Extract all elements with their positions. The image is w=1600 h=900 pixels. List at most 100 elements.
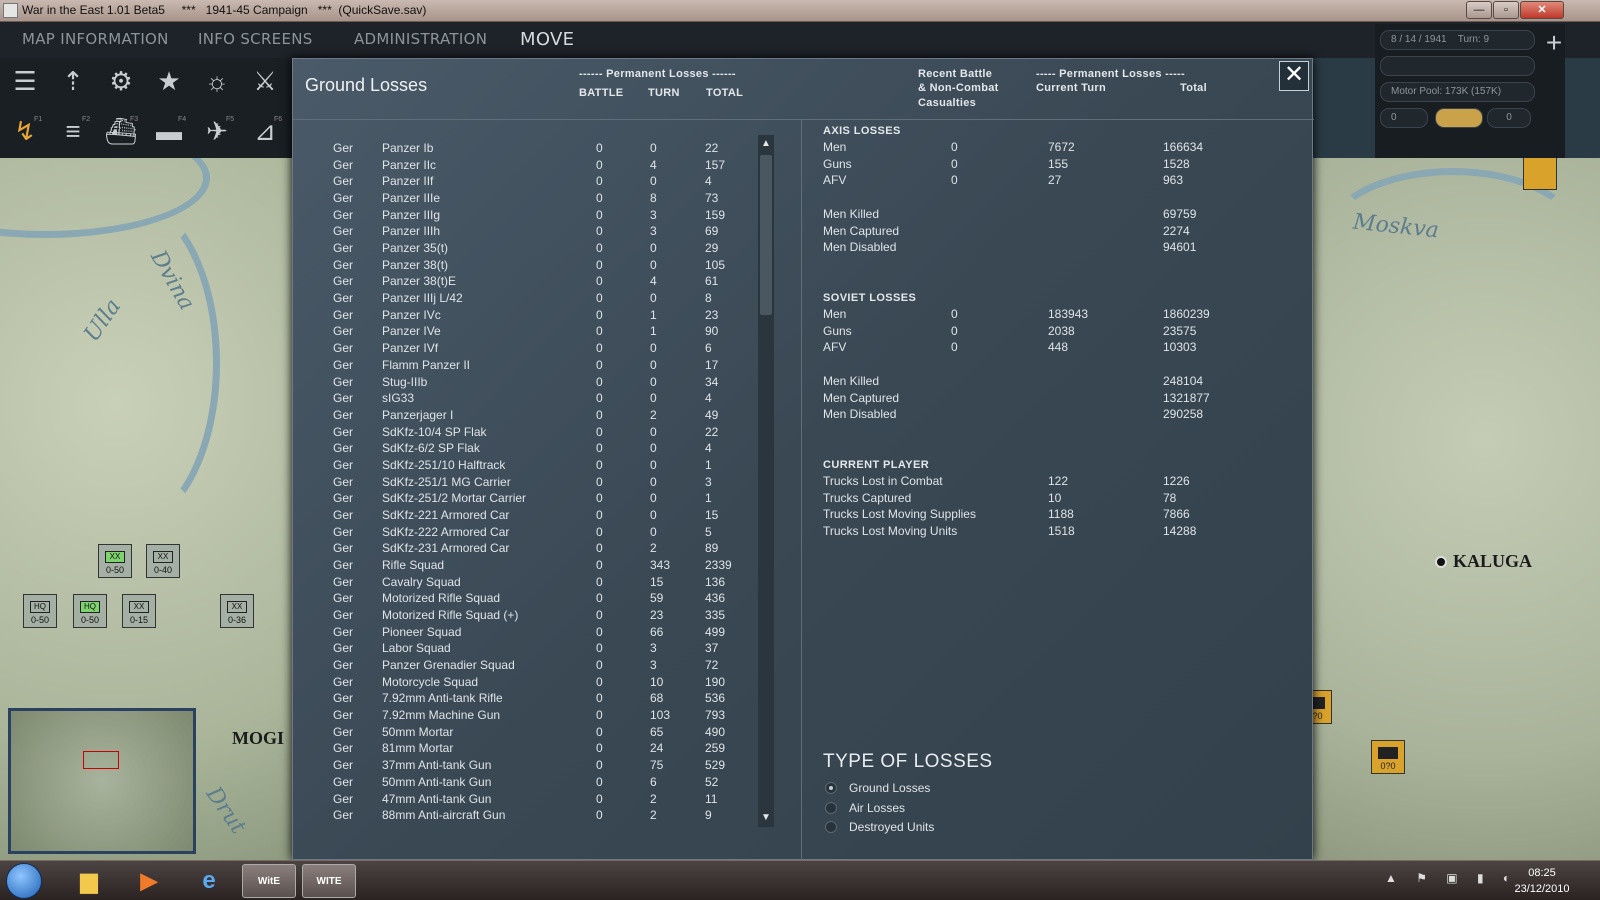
- unit-row[interactable]: Ger Panzer IIIj L/42 0 0 8: [293, 291, 773, 308]
- maximize-button[interactable]: ▫: [1493, 1, 1519, 19]
- unit-name: Panzer 35(t): [382, 241, 449, 256]
- plus-icon[interactable]: +: [1535, 24, 1573, 62]
- tab-info-screens[interactable]: INFO SCREENS: [198, 30, 313, 48]
- system-tray[interactable]: ▲ ⚑ ▣ ▮ ◐: [1385, 871, 1518, 885]
- close-dialog-button[interactable]: ✕: [1279, 61, 1309, 91]
- folder-icon[interactable]: ▆: [62, 864, 116, 898]
- minimap[interactable]: [8, 708, 196, 854]
- supply-indicator[interactable]: [1435, 108, 1483, 128]
- unit-row[interactable]: Ger Cavalry Squad 0 15 136: [293, 575, 773, 592]
- unit-row[interactable]: Ger SdKfz-251/2 Mortar Carrier 0 0 1: [293, 491, 773, 508]
- unit-row[interactable]: Ger Panzer IIIe 0 8 73: [293, 191, 773, 208]
- unit-row[interactable]: Ger Panzer Ib 0 0 22: [293, 141, 773, 158]
- unit-row[interactable]: Ger 47mm Anti-tank Gun 0 2 11: [293, 792, 773, 809]
- unit-counter[interactable]: XX 0-15: [122, 594, 156, 628]
- loss-row: Guns 0 155 1528: [823, 157, 1283, 174]
- unit-row[interactable]: Ger SdKfz-10/4 SP Flak 0 0 22: [293, 425, 773, 442]
- stack-icon[interactable]: ☰: [6, 62, 44, 100]
- unit-row[interactable]: Ger Panzer Grenadier Squad 0 3 72: [293, 658, 773, 675]
- unit-counter[interactable]: XX 0-36: [220, 594, 254, 628]
- scroll-thumb[interactable]: [760, 155, 772, 315]
- unit-counter[interactable]: XX 0-50: [98, 544, 132, 578]
- start-button[interactable]: [6, 863, 42, 899]
- units-icon[interactable]: ⇡: [54, 62, 92, 100]
- unit-row[interactable]: Ger Rifle Squad 0 343 2339: [293, 558, 773, 575]
- unit-row[interactable]: Ger 50mm Mortar 0 65 490: [293, 725, 773, 742]
- unit-name: Stug-IIIb: [382, 374, 428, 389]
- unit-row[interactable]: Ger SdKfz-221 Armored Car 0 0 15: [293, 508, 773, 525]
- unit-row[interactable]: Ger Panzer IVe 0 1 90: [293, 324, 773, 341]
- unit-row[interactable]: Ger 50mm Anti-tank Gun 0 6 52: [293, 775, 773, 792]
- hq-counter[interactable]: HQ 0-50: [73, 594, 107, 628]
- unit-row[interactable]: Ger Panzer IIIh 0 3 69: [293, 224, 773, 241]
- unit-row[interactable]: Ger SdKfz-251/1 MG Carrier 0 0 3: [293, 475, 773, 492]
- scroll-up-icon[interactable]: ▲: [759, 137, 773, 151]
- unit-total-loss: 23: [705, 307, 719, 322]
- close-window-button[interactable]: ✕: [1520, 1, 1564, 19]
- radio-button-icon[interactable]: [825, 821, 837, 833]
- minimap-viewport[interactable]: [83, 751, 119, 769]
- enemy-counter[interactable]: 0?0: [1313, 690, 1332, 724]
- unit-row[interactable]: Ger Panzerjager I 0 2 49: [293, 408, 773, 425]
- combat-icon[interactable]: ⚔: [246, 62, 284, 100]
- unit-row[interactable]: Ger Panzer 35(t) 0 0 29: [293, 241, 773, 258]
- unit-row[interactable]: Ger SdKfz-222 Armored Car 0 0 5: [293, 525, 773, 542]
- dialog-title: Ground Losses: [305, 75, 428, 95]
- unit-row[interactable]: Ger sIG33 0 0 4: [293, 391, 773, 408]
- unit-row[interactable]: Ger Motorcycle Squad 0 10 190: [293, 675, 773, 692]
- unit-row[interactable]: Ger Panzer 38(t) 0 0 105: [293, 258, 773, 275]
- unit-row[interactable]: Ger Panzer IVc 0 1 23: [293, 308, 773, 325]
- tab-move[interactable]: MOVE: [520, 29, 574, 50]
- unit-name: Panzer IVe: [382, 324, 441, 339]
- small-counter[interactable]: 0: [1487, 108, 1531, 128]
- tab-administration[interactable]: ADMINISTRATION: [354, 30, 487, 48]
- unit-row[interactable]: Ger Motorized Rifle Squad (+) 0 23 335: [293, 608, 773, 625]
- tab-map-information[interactable]: MAP INFORMATION: [22, 30, 169, 48]
- clock-date[interactable]: 23/12/2010: [1507, 883, 1577, 895]
- unit-row[interactable]: Ger SdKfz-231 Armored Car 0 2 89: [293, 541, 773, 558]
- taskbar-app-wite-2[interactable]: WITE: [302, 864, 356, 898]
- radio-button-icon[interactable]: [825, 782, 837, 794]
- unit-row[interactable]: Ger 81mm Mortar 0 24 259: [293, 741, 773, 758]
- scroll-down-icon[interactable]: ▼: [759, 811, 773, 825]
- minimize-button[interactable]: —: [1466, 1, 1492, 19]
- unit-row[interactable]: Ger SdKfz-251/10 Halftrack 0 0 1: [293, 458, 773, 475]
- unit-row[interactable]: Ger SdKfz-6/2 SP Flak 0 0 4: [293, 441, 773, 458]
- unit-row[interactable]: Ger 7.92mm Anti-tank Rifle 0 68 536: [293, 691, 773, 708]
- radio-button-icon[interactable]: [825, 801, 837, 814]
- game-menu-bar: MAP INFORMATION INFO SCREENS ADMINISTRAT…: [0, 22, 1600, 58]
- unit-row[interactable]: Ger Motorized Rifle Squad 0 59 436: [293, 591, 773, 608]
- unit-row[interactable]: Ger 37mm Anti-tank Gun 0 75 529: [293, 758, 773, 775]
- unit-row[interactable]: Ger Pioneer Squad 0 66 499: [293, 625, 773, 642]
- gear-icon[interactable]: ⚙: [102, 62, 140, 100]
- weather-icon[interactable]: ☼: [198, 62, 236, 100]
- enemy-counter[interactable]: 0?0: [1371, 740, 1405, 774]
- unit-battle-loss: 0: [596, 541, 603, 556]
- unit-row[interactable]: Ger 88mm Anti-aircraft Gun 0 2 9: [293, 808, 773, 825]
- unit-row[interactable]: Ger Panzer IIIg 0 3 159: [293, 208, 773, 225]
- list-scrollbar[interactable]: ▲ ▼: [758, 135, 774, 827]
- unit-counter[interactable]: [1523, 158, 1557, 190]
- unit-losses-list[interactable]: Ger Panzer Ib 0 0 22 Ger Panzer IIc 0 4 157 Ger Pan…: [293, 139, 773, 839]
- unit-name: Panzer 38(t)E: [382, 274, 457, 289]
- unit-name: Panzer IIIj L/42: [382, 291, 463, 306]
- clock-time[interactable]: 08:25: [1512, 867, 1572, 879]
- unit-counter[interactable]: XX 0-40: [146, 544, 180, 578]
- browser-icon[interactable]: e: [182, 864, 236, 898]
- radio-ground-losses[interactable]: Ground Losses: [825, 780, 1065, 798]
- unit-row[interactable]: Ger Labor Squad 0 3 37: [293, 641, 773, 658]
- unit-row[interactable]: Ger Panzer 38(t)E 0 4 61: [293, 274, 773, 291]
- map-view-right[interactable]: Moskva KALUGA 0?0 0?0: [1313, 158, 1600, 860]
- unit-row[interactable]: Ger Flamm Panzer II 0 0 17: [293, 358, 773, 375]
- radio-destroyed-units[interactable]: Destroyed Units: [825, 819, 1065, 837]
- star-icon[interactable]: ★: [150, 62, 188, 100]
- unit-row[interactable]: Ger Panzer IIc 0 4 157: [293, 158, 773, 175]
- taskbar-app-wite-1[interactable]: WitE: [242, 864, 296, 898]
- media-player-icon[interactable]: ▶: [122, 864, 176, 898]
- unit-row[interactable]: Ger Panzer IIf 0 0 4: [293, 174, 773, 191]
- radio-air-losses[interactable]: Air Losses: [825, 800, 1065, 818]
- hq-counter[interactable]: HQ 0-50: [23, 594, 57, 628]
- unit-row[interactable]: Ger 7.92mm Machine Gun 0 103 793: [293, 708, 773, 725]
- unit-row[interactable]: Ger Panzer IVf 0 0 6: [293, 341, 773, 358]
- unit-row[interactable]: Ger Stug-IIIb 0 0 34: [293, 375, 773, 392]
